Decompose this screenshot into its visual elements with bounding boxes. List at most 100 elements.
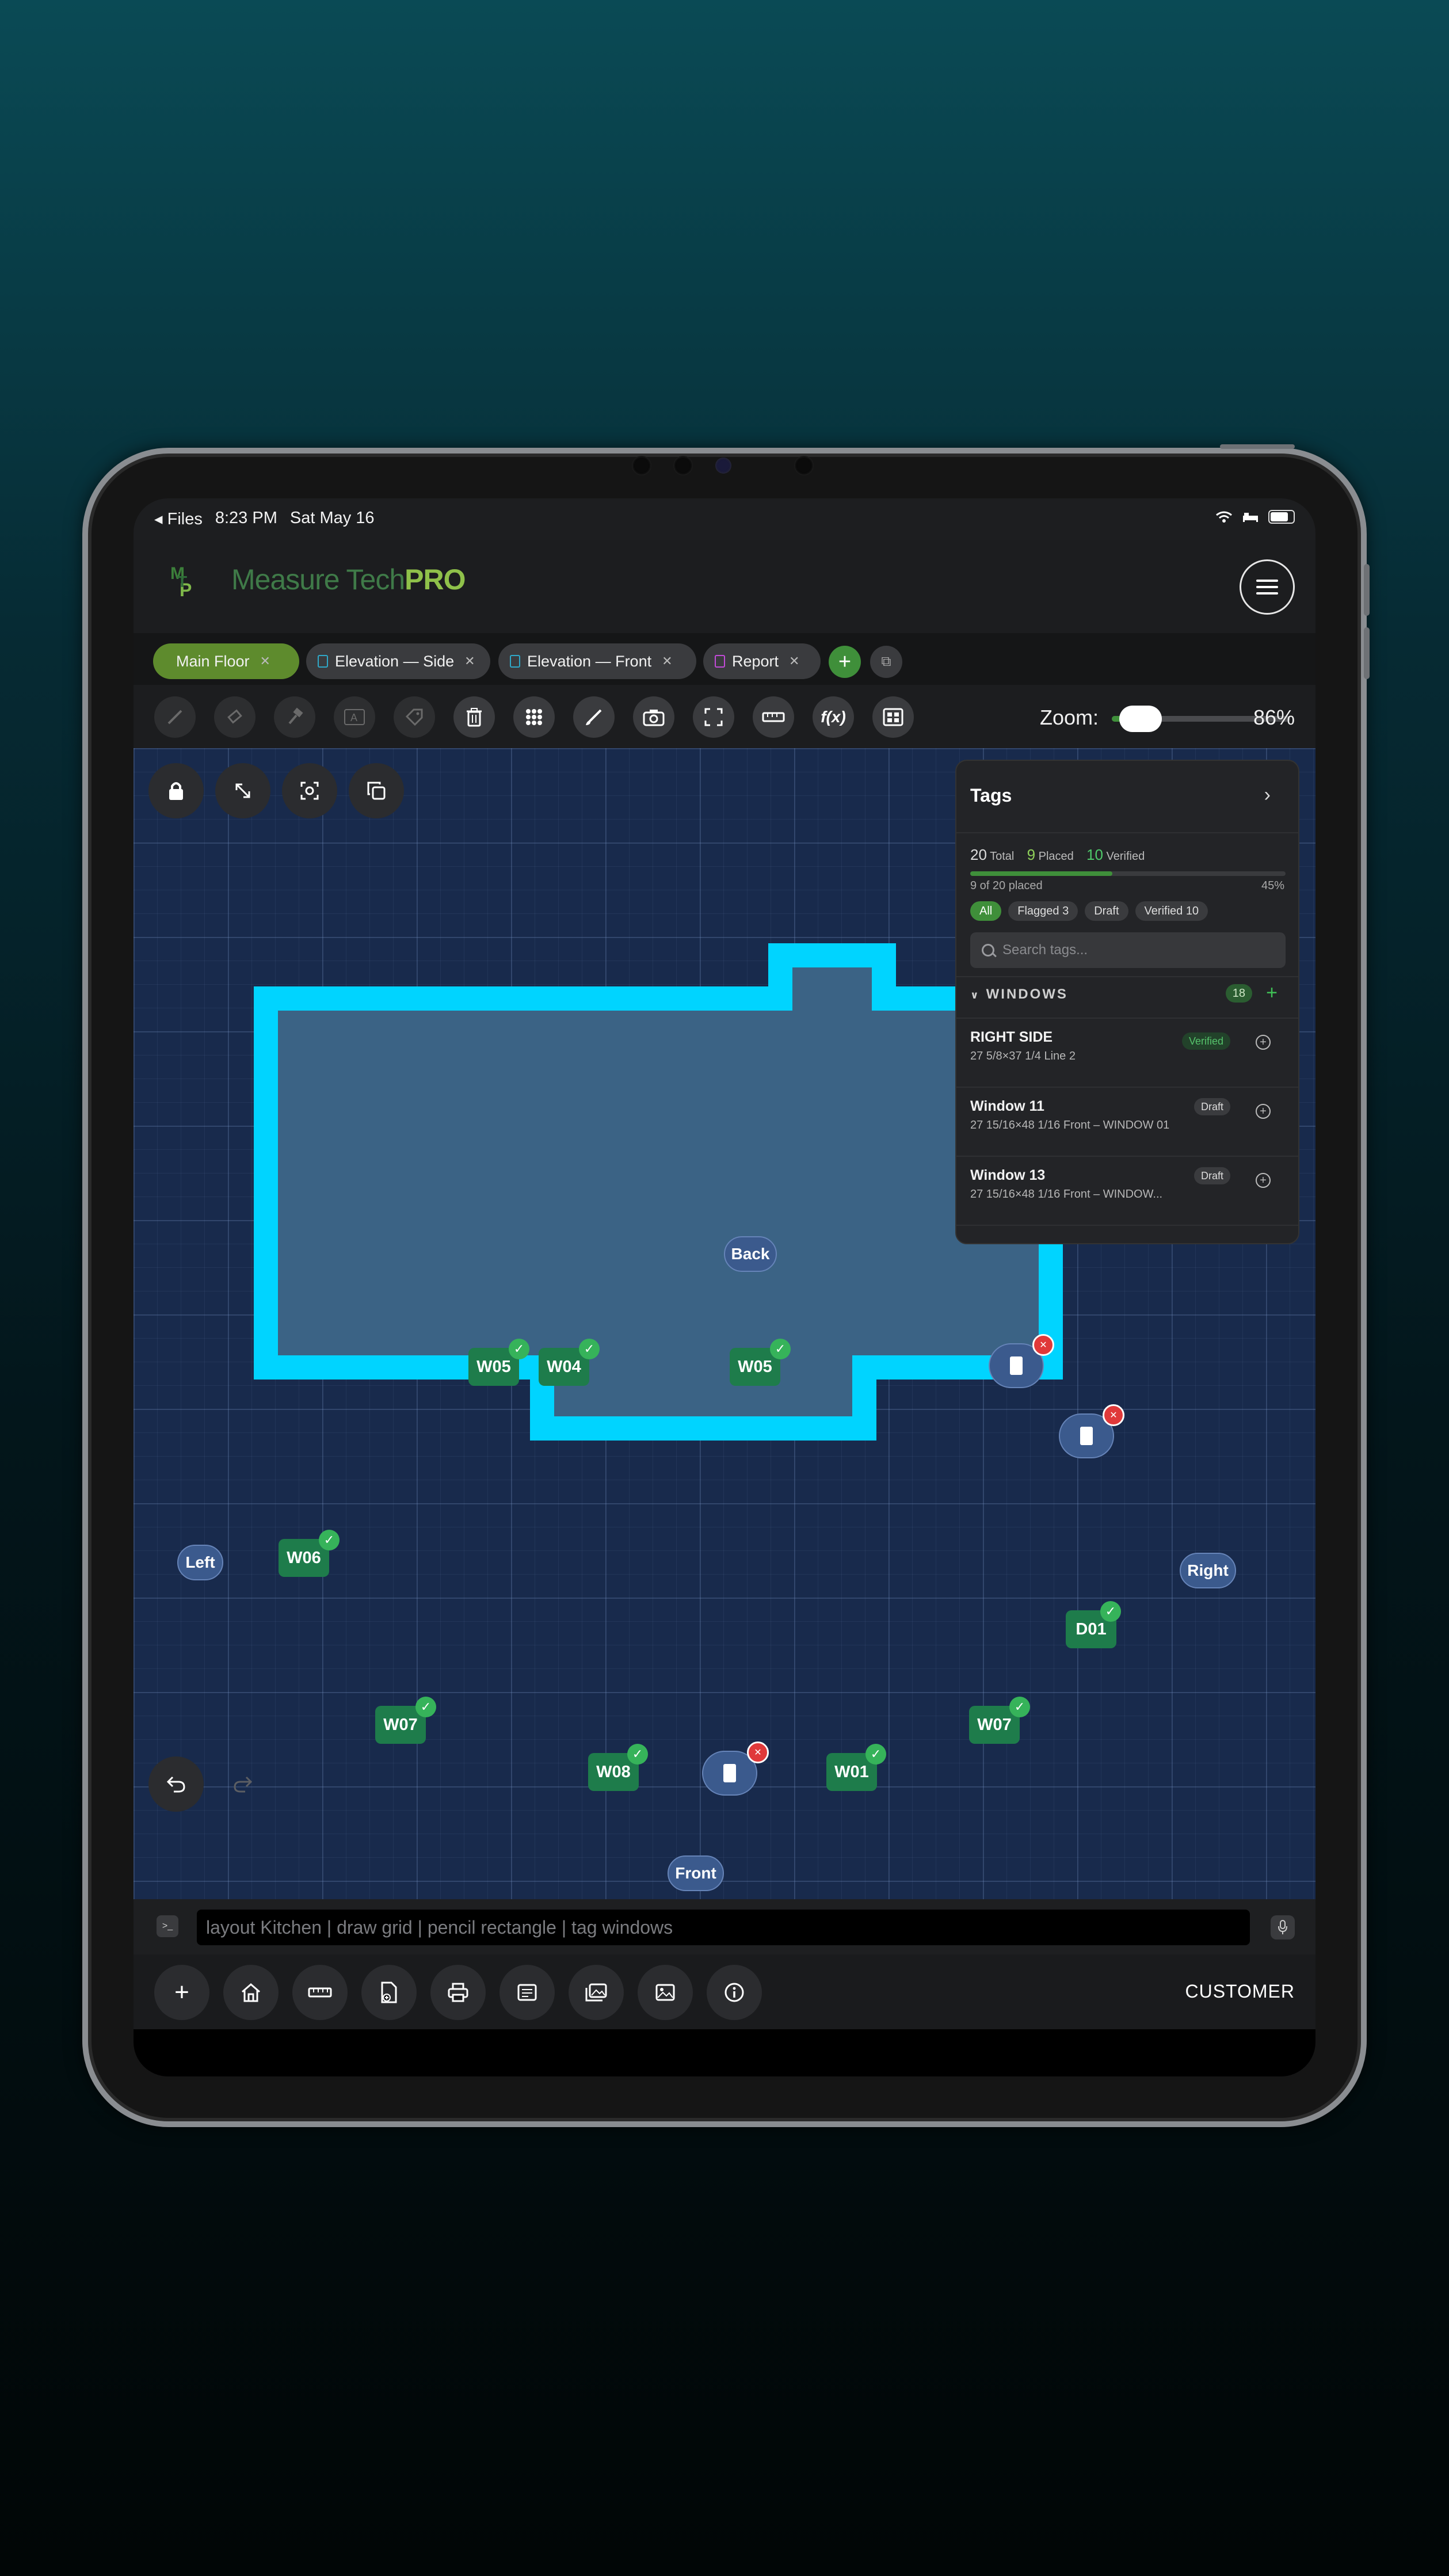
- microphone-icon[interactable]: [1271, 1915, 1295, 1939]
- close-icon[interactable]: ✕: [662, 654, 672, 669]
- undo-icon[interactable]: [148, 1756, 204, 1812]
- door-icon: [1010, 1356, 1023, 1375]
- function-icon[interactable]: f(x): [813, 696, 854, 738]
- close-icon[interactable]: ✕: [260, 654, 270, 669]
- bed-icon: [1243, 513, 1258, 522]
- verified-check-icon: ✓: [627, 1744, 648, 1765]
- zoom-slider-handle[interactable]: [1119, 706, 1162, 732]
- print-icon[interactable]: [430, 1965, 486, 2020]
- app-brand: Measure TechPRO: [231, 563, 466, 596]
- filter-chip-flagged[interactable]: Flagged 3: [1008, 901, 1078, 921]
- info-icon[interactable]: [707, 1965, 762, 2020]
- photo-icon[interactable]: [638, 1965, 693, 2020]
- tab-elevation-side[interactable]: Elevation — Side ✕: [306, 643, 490, 679]
- hamburger-menu-button[interactable]: [1240, 559, 1295, 615]
- side-label-right[interactable]: Right: [1180, 1553, 1236, 1588]
- app-logo: MPT: [169, 562, 204, 604]
- zoom-label: Zoom:: [1040, 706, 1099, 729]
- divider: [956, 1225, 1298, 1226]
- document-icon: [715, 655, 725, 668]
- add-circle-icon[interactable]: +: [1256, 1104, 1271, 1119]
- document-icon: [318, 655, 328, 668]
- text-box-icon[interactable]: A: [334, 696, 375, 738]
- tab-main-floor[interactable]: Main Floor ✕: [153, 643, 299, 679]
- side-label-front[interactable]: Front: [668, 1855, 724, 1891]
- svg-text:A: A: [350, 712, 357, 723]
- volume-button: [1364, 627, 1370, 679]
- tab-elevation-front[interactable]: Elevation — Front ✕: [498, 643, 696, 679]
- home-icon[interactable]: [223, 1965, 279, 2020]
- flagged-icon: ✕: [1103, 1404, 1124, 1426]
- command-input[interactable]: [197, 1910, 1250, 1945]
- capture-icon[interactable]: [282, 763, 337, 818]
- chevron-down-icon: ∨: [970, 989, 981, 1001]
- add-window-button[interactable]: +: [1266, 982, 1278, 1004]
- lock-icon[interactable]: [148, 763, 204, 818]
- verified-check-icon: ✓: [770, 1339, 791, 1359]
- filter-chip-verified[interactable]: Verified 10: [1135, 901, 1208, 921]
- placement-progress-bar: [970, 871, 1286, 876]
- side-label-back[interactable]: Back: [724, 1236, 777, 1272]
- section-count-badge: 18: [1225, 984, 1252, 1003]
- app-screen: ◂ Files 8:23 PM Sat May 16 MPT Measure T…: [134, 498, 1315, 2076]
- verified-check-icon: ✓: [319, 1530, 340, 1550]
- divider: [956, 832, 1298, 833]
- expand-icon[interactable]: [215, 763, 270, 818]
- add-tab-button[interactable]: +: [829, 646, 861, 678]
- progress-text: 9 of 20 placed: [970, 879, 1043, 892]
- customer-button[interactable]: CUSTOMER: [1185, 1981, 1295, 2002]
- battery-icon: [1268, 510, 1295, 524]
- ruler-icon[interactable]: [292, 1965, 348, 2020]
- hammer-icon[interactable]: [274, 696, 315, 738]
- tab-report[interactable]: Report ✕: [703, 643, 821, 679]
- camera-sensor: [673, 456, 693, 475]
- camera-icon[interactable]: [633, 696, 674, 738]
- verified-check-icon: ✓: [1009, 1697, 1030, 1717]
- frame-icon[interactable]: [693, 696, 734, 738]
- grid-icon[interactable]: [513, 696, 555, 738]
- tag-list-item[interactable]: Window 11 27 15/16×48 1/16 Front – WINDO…: [956, 1087, 1298, 1154]
- pencil-icon[interactable]: [154, 696, 196, 738]
- zoom-value: 86%: [1253, 706, 1295, 729]
- trash-icon[interactable]: [453, 696, 495, 738]
- duplicate-tab-button[interactable]: ⧉: [870, 646, 902, 678]
- redo-icon[interactable]: [215, 1756, 270, 1812]
- add-icon[interactable]: +: [154, 1965, 209, 2020]
- flagged-icon: ✕: [1032, 1334, 1054, 1356]
- terminal-icon[interactable]: >_: [157, 1915, 178, 1937]
- add-circle-icon[interactable]: +: [1256, 1035, 1271, 1050]
- search-tags-input[interactable]: Search tags...: [970, 932, 1286, 968]
- side-label-left[interactable]: Left: [177, 1545, 223, 1580]
- tags-panel: Tags › 20 Total 9 Placed 10 Verified 9 o…: [955, 760, 1299, 1244]
- camera-sensor: [794, 456, 814, 475]
- progress-percent: 45%: [1261, 879, 1284, 892]
- door-icon: [723, 1764, 736, 1782]
- chevron-right-icon[interactable]: ›: [1264, 784, 1271, 806]
- document-icon[interactable]: [499, 1965, 555, 2020]
- tag-icon[interactable]: [394, 696, 435, 738]
- copy-icon[interactable]: [349, 763, 404, 818]
- filter-chip-draft[interactable]: Draft: [1085, 901, 1128, 921]
- scan-icon[interactable]: [872, 696, 914, 738]
- filter-chips: All Flagged 3 Draft Verified 10: [970, 901, 1208, 921]
- ruler-icon[interactable]: [753, 696, 794, 738]
- tag-list-item[interactable]: RIGHT SIDE 27 5/8×37 1/4 Line 2 Verified…: [956, 1018, 1298, 1085]
- door-icon: [1080, 1427, 1093, 1445]
- add-circle-icon[interactable]: +: [1256, 1173, 1271, 1188]
- verified-check-icon: ✓: [865, 1744, 886, 1765]
- filter-chip-all[interactable]: All: [970, 901, 1002, 921]
- brush-icon[interactable]: [573, 696, 615, 738]
- document-icon: [510, 655, 520, 668]
- eraser-icon[interactable]: [214, 696, 256, 738]
- section-windows[interactable]: ∨ WINDOWS: [970, 986, 1068, 1003]
- verified-check-icon: ✓: [509, 1339, 529, 1359]
- file-add-icon[interactable]: [361, 1965, 417, 2020]
- document-tabs: Main Floor ✕ Elevation — Side ✕ Elevation …: [134, 633, 1315, 685]
- camera-sensor: [632, 456, 651, 475]
- tag-list-item[interactable]: Window 13 27 15/16×48 1/16 Front – WINDO…: [956, 1156, 1298, 1224]
- status-badge: Draft: [1193, 1098, 1230, 1115]
- gallery-icon[interactable]: [569, 1965, 624, 2020]
- close-icon[interactable]: ✕: [789, 654, 799, 669]
- back-to-files[interactable]: ◂ Files: [154, 509, 203, 529]
- close-icon[interactable]: ✕: [464, 654, 475, 669]
